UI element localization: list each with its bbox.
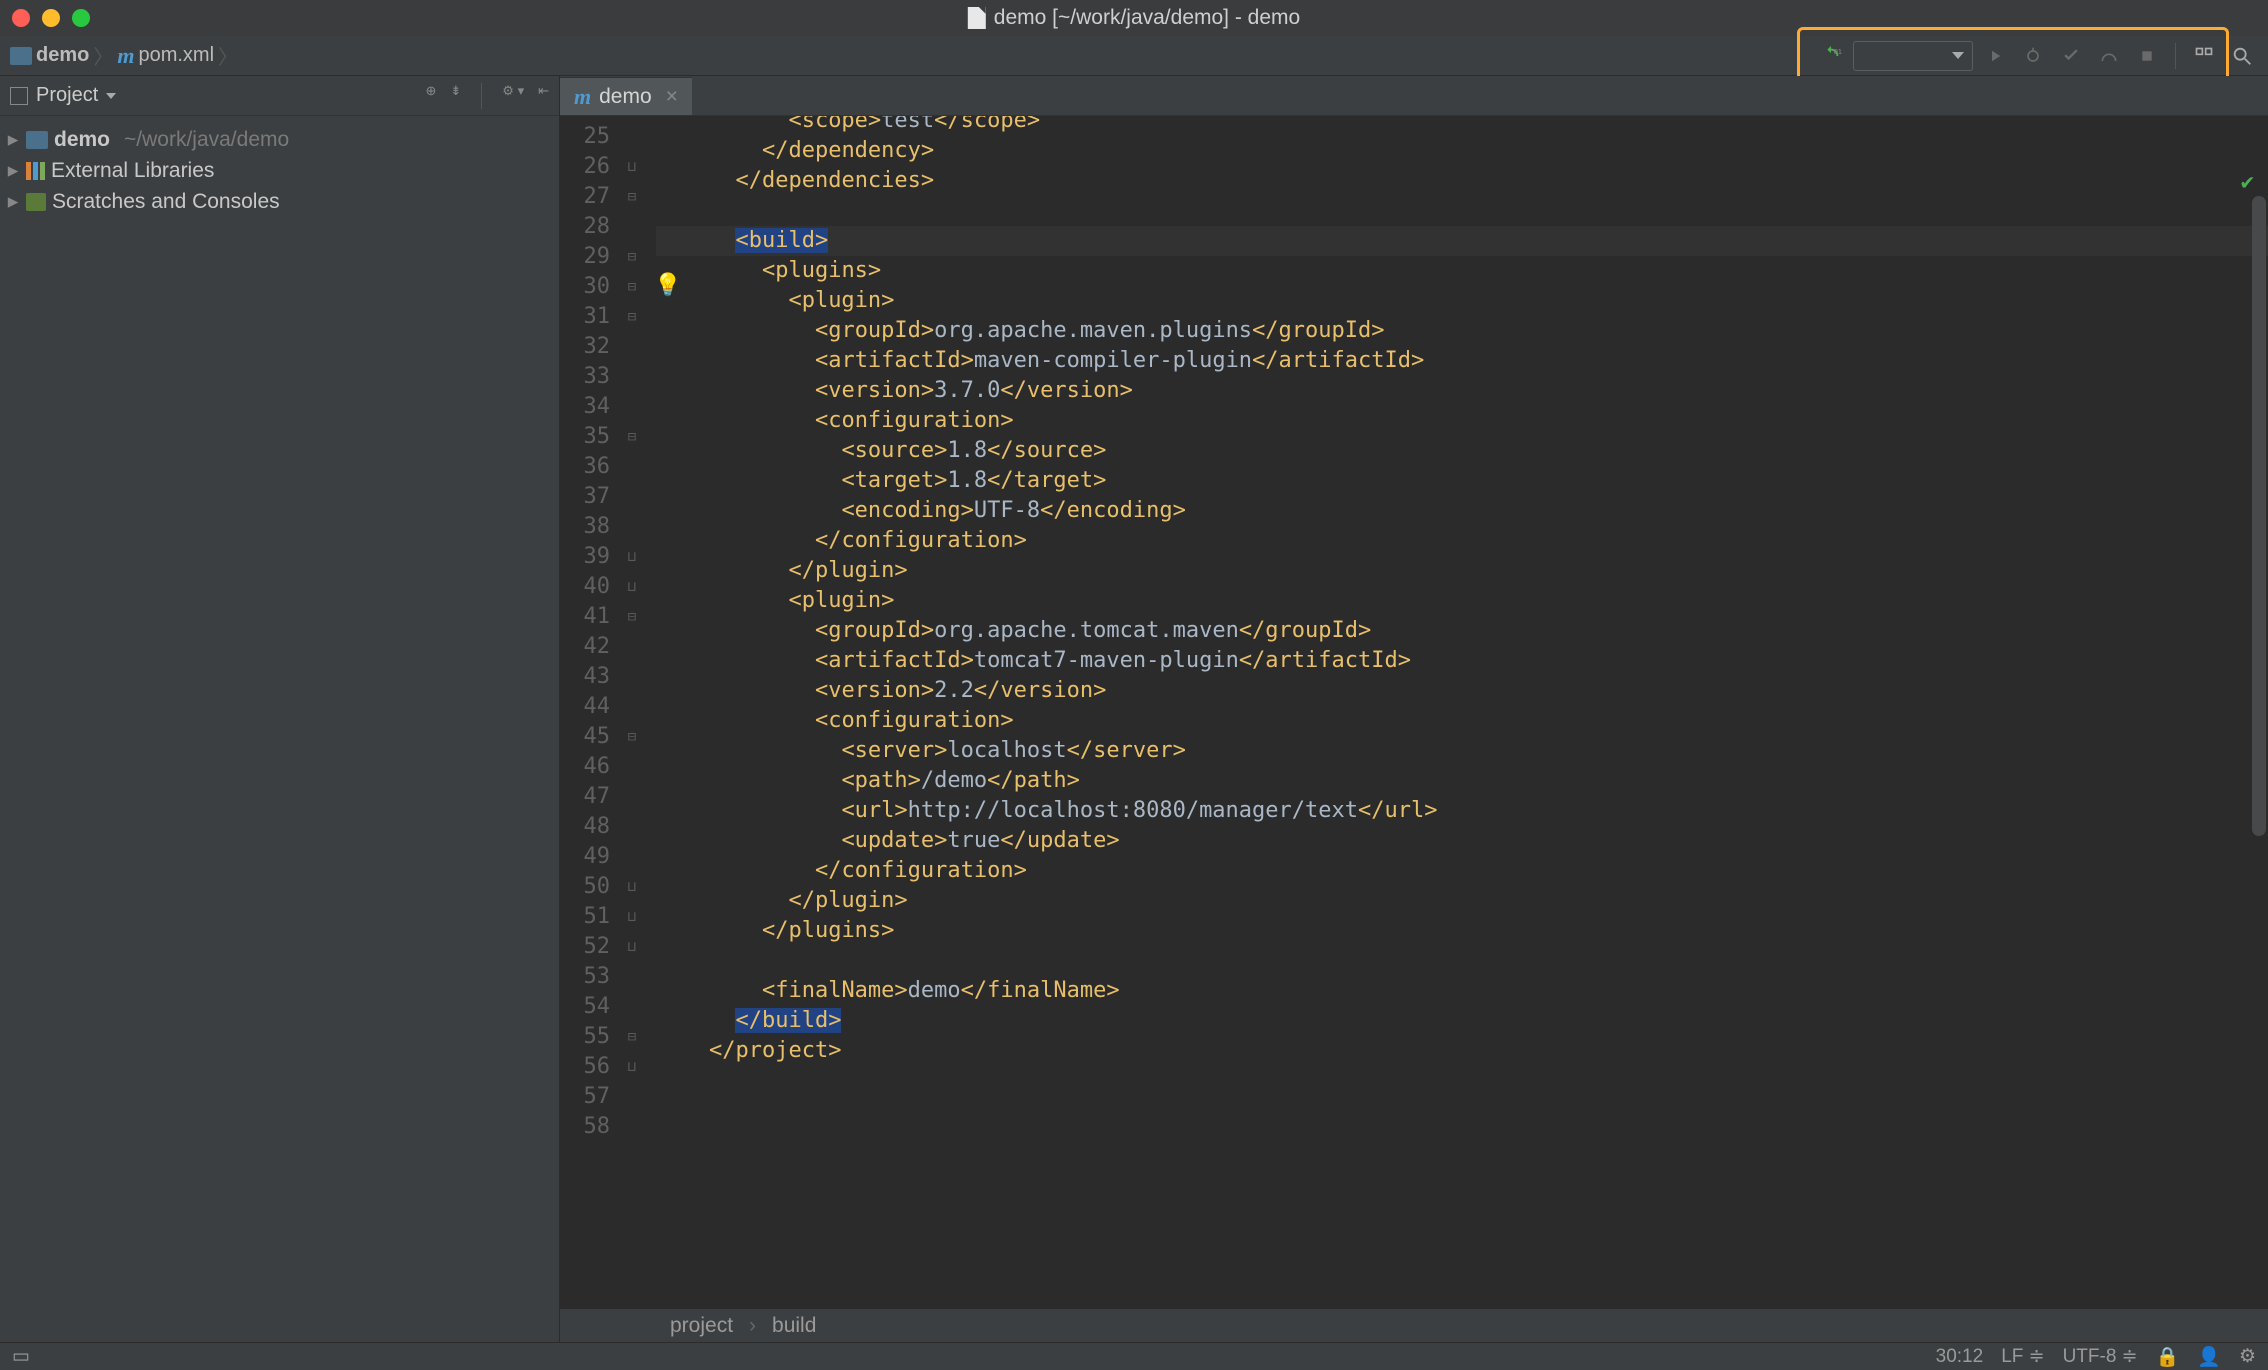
coverage-button[interactable] [2055,41,2087,71]
hector-icon[interactable]: 👤 [2197,1345,2221,1369]
maximize-window-icon[interactable] [72,9,90,27]
close-tab-icon[interactable]: × [666,85,678,109]
caret-down-icon [106,93,116,99]
chevron-right-icon: 〉 [93,41,113,70]
folder-icon [26,131,48,149]
project-tool-window: Project ⊕ ⇟ ⚙ ▾ ⇤ ▸ demo ~/work/java/dem… [0,76,560,1342]
project-view-select[interactable]: Project [10,84,116,107]
title-text: demo [~/work/java/demo] - demo [994,6,1300,30]
code-body[interactable]: <scope>test</scope> </dependency> </depe… [646,116,2268,1308]
project-tools: ⊕ ⇟ ⚙ ▾ ⇤ [425,83,549,109]
library-icon [26,162,45,180]
project-title: Project [36,84,98,107]
close-window-icon[interactable] [12,9,30,27]
status-bar: ▭ 30:12 LF ≑ UTF-8 ≑ 🔒 👤 ⚙ [0,1342,2268,1370]
maven-icon: m [574,84,591,110]
hide-icon[interactable]: ⇤ [538,83,549,109]
editor: m demo × 2526272829303132333435363738394… [560,76,2268,1342]
window-title: demo [~/work/java/demo] - demo [968,6,1300,30]
project-tree[interactable]: ▸ demo ~/work/java/demo ▸ External Libra… [0,116,559,225]
fold-gutter[interactable]: ⊔⊟⊟⊟⊟⊟⊔⊔⊟⊟⊔⊔⊔⊟⊔ [618,116,646,1308]
line-number-gutter[interactable]: 2526272829303132333435363738394041424344… [560,116,618,1308]
separator [481,83,482,109]
run-configuration-select[interactable] [1853,41,1973,71]
separator [2175,43,2176,69]
main-area: Project ⊕ ⇟ ⚙ ▾ ⇤ ▸ demo ~/work/java/dem… [0,76,2268,1342]
structure-breadcrumb[interactable]: project › build [560,1308,2268,1342]
chevron-right-icon: › [749,1314,756,1338]
tab-label: demo [599,85,652,109]
run-button[interactable] [1979,41,2011,71]
run-toolbar: 01 Edit Configurations... [1815,41,2258,71]
expand-arrow-icon[interactable]: ▸ [6,158,20,183]
project-header: Project ⊕ ⇟ ⚙ ▾ ⇤ [0,76,559,116]
vertical-scrollbar[interactable] [2252,196,2266,836]
search-everywhere-button[interactable] [2226,41,2258,71]
debug-button[interactable] [2017,41,2049,71]
caret-down-icon [1952,52,1964,59]
line-separator[interactable]: LF ≑ [2001,1345,2044,1368]
stop-button[interactable] [2131,41,2163,71]
tree-hint: ~/work/java/demo [124,128,289,152]
tree-label: demo [54,128,110,152]
code-editor[interactable]: 2526272829303132333435363738394041424344… [560,116,2268,1308]
breadcrumb-file[interactable]: pom.xml [138,44,214,67]
structure-button[interactable] [2188,41,2220,71]
inspection-ok-icon[interactable]: ✔ [2241,168,2254,198]
lock-icon[interactable]: 🔒 [2156,1345,2180,1369]
breadcrumb-project[interactable]: demo [36,44,89,67]
gear-icon[interactable]: ⚙ ▾ [502,83,524,109]
chevron-right-icon: 〉 [218,41,238,70]
crumb-project[interactable]: project [670,1314,733,1338]
caret-position[interactable]: 30:12 [1936,1346,1984,1368]
navigation-bar: demo 〉 m pom.xml 〉 01 Edit Configuration… [0,36,2268,76]
scratch-icon [26,193,46,211]
tab-demo[interactable]: m demo × [560,77,692,115]
svg-text:01: 01 [1834,47,1842,56]
minimize-window-icon[interactable] [42,9,60,27]
tree-node-scratches[interactable]: ▸ Scratches and Consoles [6,186,553,217]
file-icon [968,7,986,29]
folder-icon [10,47,32,65]
lightbulb-icon[interactable]: 💡 [654,271,681,301]
window-controls [12,9,90,27]
tool-window-toggle-icon[interactable]: ▭ [12,1345,30,1368]
sync-icon[interactable]: 01 [1815,41,1847,71]
file-encoding[interactable]: UTF-8 ≑ [2063,1345,2138,1368]
editor-tabs: m demo × [560,76,2268,116]
tree-label: Scratches and Consoles [52,190,280,214]
memory-icon[interactable]: ⚙ [2239,1345,2256,1368]
maven-icon: m [117,43,134,69]
title-bar: demo [~/work/java/demo] - demo [0,0,2268,36]
collapse-icon[interactable]: ⇟ [450,83,461,109]
expand-arrow-icon[interactable]: ▸ [6,189,20,214]
breadcrumb[interactable]: demo 〉 m pom.xml 〉 [10,41,238,70]
tree-node-external-libraries[interactable]: ▸ External Libraries [6,155,553,186]
crumb-build[interactable]: build [772,1314,816,1338]
profile-button[interactable] [2093,41,2125,71]
project-icon [10,87,28,105]
expand-arrow-icon[interactable]: ▸ [6,127,20,152]
tree-node-demo[interactable]: ▸ demo ~/work/java/demo [6,124,553,155]
tree-label: External Libraries [51,159,214,183]
locate-icon[interactable]: ⊕ [425,83,436,109]
